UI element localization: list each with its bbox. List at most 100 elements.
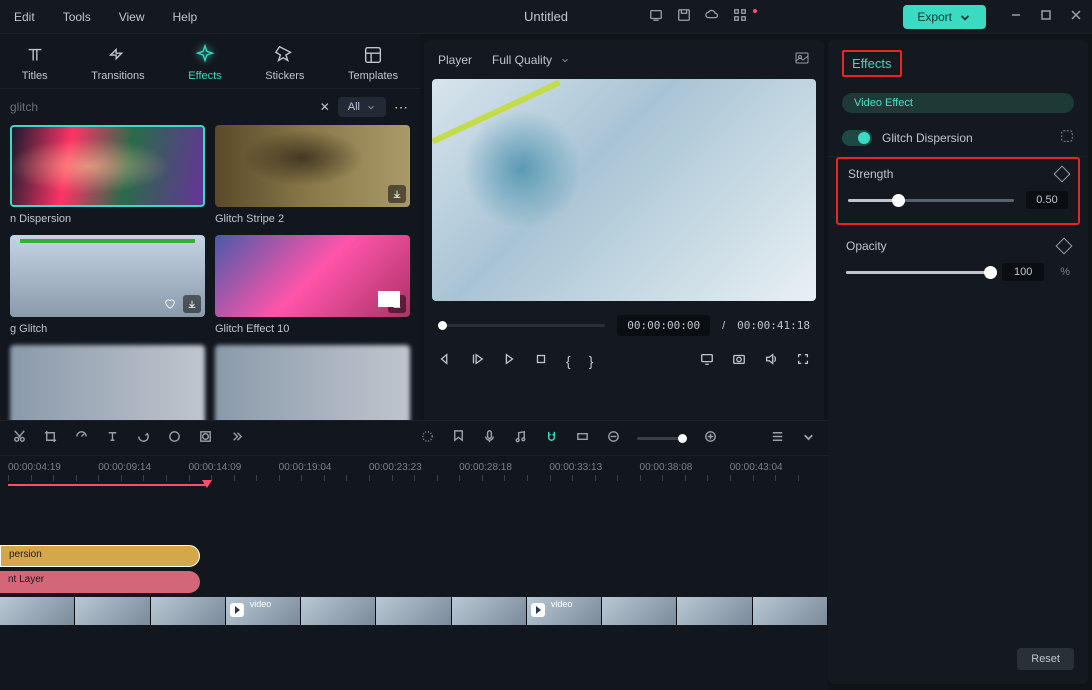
menu-view[interactable]: View (105, 10, 159, 24)
aspect-icon[interactable] (575, 429, 590, 447)
nav-templates[interactable]: Templates (348, 44, 398, 82)
video-effect-pill[interactable]: Video Effect (842, 93, 1074, 113)
zoom-out-icon[interactable] (606, 429, 621, 447)
opacity-value[interactable]: 100 (1002, 263, 1044, 281)
download-icon[interactable] (388, 295, 406, 313)
render-icon[interactable] (420, 429, 435, 447)
track-options-icon[interactable] (770, 429, 785, 447)
notification-dot (753, 9, 757, 13)
properties-panel: Effects Video Effect Glitch Dispersion S… (828, 40, 1088, 684)
strength-control: Strength 0.50 (836, 157, 1080, 225)
effect-card[interactable]: n Dispersion (10, 125, 205, 225)
effect-card[interactable]: Glitch Stripe 2 (215, 125, 410, 225)
menu-tools[interactable]: Tools (49, 10, 105, 24)
apps-icon[interactable] (733, 8, 747, 25)
preview-viewport[interactable] (432, 79, 816, 301)
zoom-in-icon[interactable] (703, 429, 718, 447)
strength-value[interactable]: 0.50 (1026, 191, 1068, 209)
more-toolbar-icon[interactable] (229, 429, 244, 447)
menu-edit[interactable]: Edit (0, 10, 49, 24)
document-title: Untitled (524, 9, 568, 24)
display-icon[interactable] (700, 352, 714, 369)
effect-thumbnail (215, 125, 410, 207)
color-icon[interactable] (167, 429, 182, 447)
effect-clip[interactable]: persion (0, 545, 200, 567)
timeline-ruler[interactable]: 00:00:04:19 00:00:09:14 00:00:14:09 00:0… (0, 456, 828, 475)
save-icon[interactable] (677, 8, 691, 25)
cloud-icon[interactable] (705, 8, 719, 25)
player-label: Player (438, 53, 472, 67)
total-time: 00:00:41:18 (737, 319, 810, 332)
nav-transitions[interactable]: Transitions (91, 44, 144, 82)
effects-tab[interactable]: Effects (842, 50, 902, 77)
rotate-icon[interactable] (136, 429, 151, 447)
more-options-icon[interactable]: ⋯ (394, 99, 410, 116)
minimize-button[interactable] (1010, 9, 1022, 24)
clear-search-icon[interactable]: ✕ (320, 100, 330, 114)
maximize-button[interactable] (1040, 9, 1052, 24)
opacity-slider[interactable] (846, 271, 990, 274)
effect-thumbnail (10, 345, 205, 427)
opacity-unit: % (1060, 266, 1070, 278)
effect-card[interactable] (215, 345, 410, 427)
volume-icon[interactable] (764, 352, 778, 369)
effect-card[interactable]: g Glitch (10, 235, 205, 335)
effect-thumbnail (215, 235, 410, 317)
magnet-icon[interactable] (544, 429, 559, 447)
effect-toggle[interactable] (842, 130, 872, 146)
music-icon[interactable] (513, 429, 528, 447)
current-time: 00:00:00:00 (617, 315, 710, 336)
adjustment-clip[interactable]: nt Layer (0, 571, 200, 593)
effect-thumbnail (215, 345, 410, 427)
timeline-panel: 00:00:04:19 00:00:09:14 00:00:14:09 00:0… (0, 420, 828, 690)
effect-thumbnail (10, 125, 205, 207)
download-icon[interactable] (183, 295, 201, 313)
menu-bar: Edit Tools View Help Untitled Export (0, 0, 1092, 34)
prev-frame-icon[interactable] (438, 352, 452, 369)
mark-out-icon[interactable]: } (589, 353, 594, 369)
export-button[interactable]: Export (903, 5, 986, 29)
mask-icon[interactable] (198, 429, 213, 447)
opacity-label: Opacity (846, 239, 887, 253)
effect-settings-icon[interactable] (1060, 129, 1074, 146)
nav-stickers[interactable]: Stickers (265, 44, 304, 82)
download-icon[interactable] (388, 185, 406, 203)
speed-icon[interactable] (74, 429, 89, 447)
keyframe-icon[interactable] (1056, 238, 1073, 255)
nav-titles[interactable]: Titles (22, 44, 48, 82)
scrubber[interactable] (438, 324, 605, 327)
zoom-slider[interactable] (637, 437, 687, 440)
menu-help[interactable]: Help (159, 10, 212, 24)
reset-button[interactable]: Reset (1017, 648, 1074, 670)
effect-card[interactable] (10, 345, 205, 427)
opacity-control: Opacity 100 % (828, 225, 1088, 295)
stop-icon[interactable] (534, 352, 548, 369)
camera-icon[interactable] (732, 352, 746, 369)
quality-dropdown[interactable]: Full Quality (492, 53, 570, 67)
nav-effects[interactable]: Effects (188, 44, 221, 82)
track-chevron-icon[interactable] (801, 429, 816, 447)
video-track[interactable]: video video (0, 597, 828, 625)
strength-slider[interactable] (848, 199, 1014, 202)
text-icon[interactable] (105, 429, 120, 447)
effect-card[interactable]: Glitch Effect 10 (215, 235, 410, 335)
crop-icon[interactable] (43, 429, 58, 447)
device-icon[interactable] (649, 8, 663, 25)
filter-all-dropdown[interactable]: All (338, 97, 386, 117)
keyframe-icon[interactable] (1054, 166, 1071, 183)
mark-in-icon[interactable]: { (566, 353, 571, 369)
play-icon[interactable] (470, 352, 484, 369)
effect-name-label: Glitch Dispersion (882, 131, 1050, 145)
close-button[interactable] (1070, 9, 1082, 24)
playhead[interactable] (8, 484, 208, 486)
mic-icon[interactable] (482, 429, 497, 447)
play-forward-icon[interactable] (502, 352, 516, 369)
snapshot-icon[interactable] (794, 50, 810, 69)
strength-label: Strength (848, 167, 893, 181)
favorite-icon[interactable] (161, 295, 179, 313)
fullscreen-icon[interactable] (796, 352, 810, 369)
search-text[interactable]: glitch (10, 100, 312, 114)
cut-icon[interactable] (12, 429, 27, 447)
marker-icon[interactable] (451, 429, 466, 447)
effect-thumbnail (10, 235, 205, 317)
